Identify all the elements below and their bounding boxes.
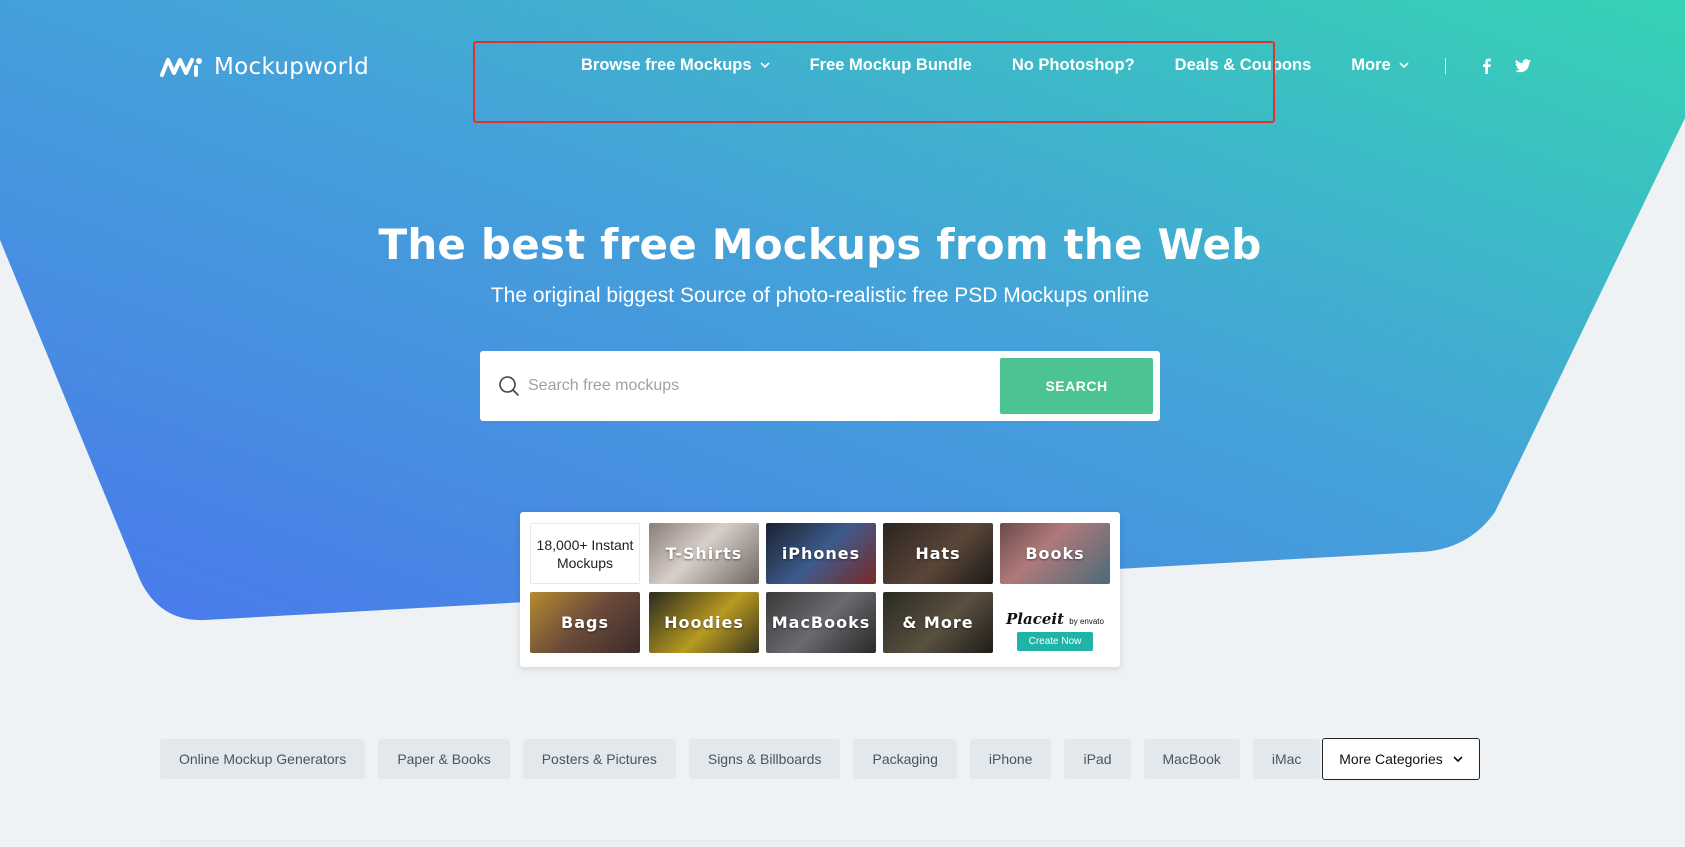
category-chip[interactable]: Posters & Pictures: [522, 739, 676, 779]
tile-label: Hats: [915, 544, 961, 563]
category-chip[interactable]: MacBook: [1143, 739, 1240, 779]
category-chip[interactable]: iPhone: [969, 739, 1052, 779]
category-chip[interactable]: Online Mockup Generators: [160, 739, 366, 779]
category-chip[interactable]: iMac: [1252, 739, 1321, 779]
search-icon: [499, 376, 519, 396]
hero-background: [0, 0, 1685, 621]
category-chip[interactable]: Paper & Books: [378, 739, 510, 779]
tile-label: MacBooks: [771, 613, 871, 632]
category-chip[interactable]: iPad: [1064, 739, 1131, 779]
placeit-logo: Placeit by envato: [1006, 610, 1104, 628]
nav-more-label: More: [1351, 56, 1391, 74]
content-card-edge: [160, 840, 1480, 847]
search-button[interactable]: SEARCH: [1000, 358, 1153, 414]
nav-more[interactable]: More: [1351, 56, 1409, 75]
instant-line-2: Mockups: [556, 554, 613, 571]
logo-text: Mockupworld: [214, 54, 369, 80]
twitter-icon[interactable]: [1514, 58, 1531, 73]
hero-title: The best free Mockups from the Web: [378, 220, 1262, 269]
tile-label: iPhones: [781, 544, 861, 563]
tile-bags[interactable]: Bags: [530, 592, 640, 653]
tile-and-more[interactable]: & More: [883, 592, 993, 653]
tile-hoodies[interactable]: Hoodies: [649, 592, 759, 653]
tile-books[interactable]: Books: [1000, 523, 1110, 584]
tile-t-shirts[interactable]: T-Shirts: [649, 523, 759, 584]
more-categories-button[interactable]: More Categories: [1322, 738, 1480, 780]
tile-label: Books: [1025, 544, 1085, 563]
hero-subtitle: The original biggest Source of photo-rea…: [490, 284, 1150, 307]
tile-hats[interactable]: Hats: [883, 523, 993, 584]
category-chip[interactable]: Packaging: [853, 739, 957, 779]
instant-line-1: 18,000+ Instant: [536, 536, 634, 553]
instant-mockups-tile[interactable]: 18,000+ Instant Mockups: [530, 523, 640, 584]
placeit-brand: Placeit: [1006, 610, 1065, 628]
more-categories-label: More Categories: [1339, 751, 1443, 767]
mockupworld-logo-icon: [160, 58, 202, 77]
chevron-down-icon: [1453, 755, 1463, 762]
category-chip[interactable]: Signs & Billboards: [688, 739, 841, 779]
highlight-box: [473, 41, 1275, 123]
social-links: [1482, 58, 1531, 74]
search-bar: SEARCH: [480, 351, 1160, 421]
tile-label: Bags: [561, 613, 609, 632]
tile-label: & More: [902, 613, 974, 632]
search-input[interactable]: [528, 377, 1000, 395]
tile-label: T-Shirts: [665, 544, 743, 563]
facebook-icon[interactable]: [1482, 58, 1491, 74]
chevron-down-icon: [1399, 62, 1409, 69]
placeit-promo: Placeit by envato Create Now: [1000, 600, 1110, 661]
create-now-button[interactable]: Create Now: [1016, 632, 1094, 651]
placeit-widget: 18,000+ Instant Mockups T-Shirts iPhones…: [520, 512, 1120, 667]
tile-iphones[interactable]: iPhones: [766, 523, 876, 584]
nav-separator: [1444, 57, 1446, 74]
tile-macbooks[interactable]: MacBooks: [766, 592, 876, 653]
site-logo[interactable]: Mockupworld: [160, 54, 369, 80]
placeit-brand-suffix: by envato: [1069, 617, 1104, 626]
category-chips: Online Mockup Generators Paper & Books P…: [160, 739, 1321, 779]
tile-label: Hoodies: [664, 613, 744, 632]
